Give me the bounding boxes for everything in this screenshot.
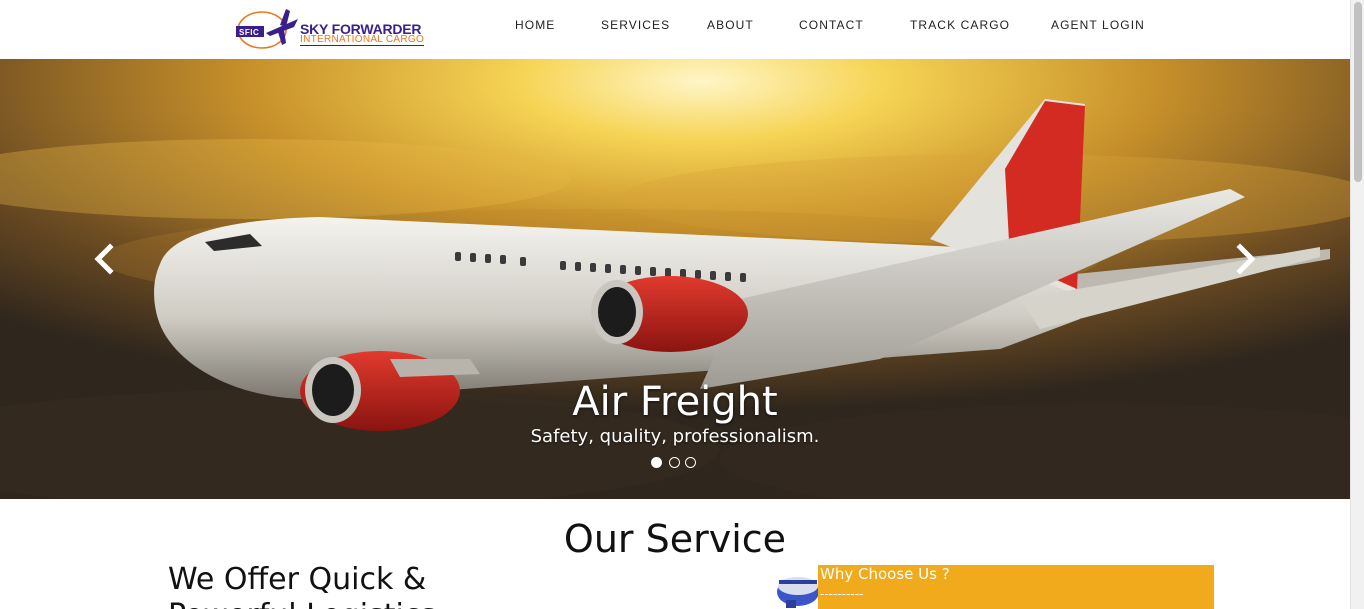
site-logo[interactable]: SFIC SKY FORWARDER INTERNATIONAL CARGO [236,5,431,55]
hero-carousel: Air Freight Safety, quality, professiona… [0,59,1350,499]
why-choose-plane-icon [777,577,819,608]
carousel-next-button[interactable] [1226,239,1266,279]
logo-badge-text: SFIC [239,28,260,37]
offer-heading: We Offer Quick & Powerful Logistics [168,562,436,609]
carousel-indicators [651,457,701,471]
why-choose-us-title: Why Choose Us ? [820,565,950,583]
logo-subtitle: INTERNATIONAL CARGO [300,34,425,46]
nav-contact[interactable]: CONTACT [799,18,864,32]
scrollbar-thumb[interactable] [1354,2,1362,182]
carousel-indicator-1[interactable] [651,457,662,468]
nav-about[interactable]: ABOUT [707,18,754,32]
chevron-left-icon [94,243,114,275]
hero-caption-subtitle: Safety, quality, professionalism. [530,426,820,447]
section-title: Our Service [563,517,787,561]
why-choose-us-divider: ---------- [820,587,864,601]
nav-home[interactable]: HOME [515,18,555,32]
nav-agent-login[interactable]: AGENT LOGIN [1051,18,1145,32]
carousel-indicator-3[interactable] [685,457,696,468]
chevron-right-icon [1236,243,1256,275]
why-choose-us-panel: Why Choose Us ? ---------- [818,565,1214,609]
navbar: SFIC SKY FORWARDER INTERNATIONAL CARGO H… [0,0,1350,59]
carousel-prev-button[interactable] [84,239,124,279]
hero-caption-title: Air Freight [572,379,778,425]
page-scrollbar[interactable] [1350,0,1364,609]
carousel-indicator-2[interactable] [669,457,680,468]
nav-track-cargo[interactable]: TRACK CARGO [910,18,1010,32]
nav-services[interactable]: SERVICES [601,18,670,32]
